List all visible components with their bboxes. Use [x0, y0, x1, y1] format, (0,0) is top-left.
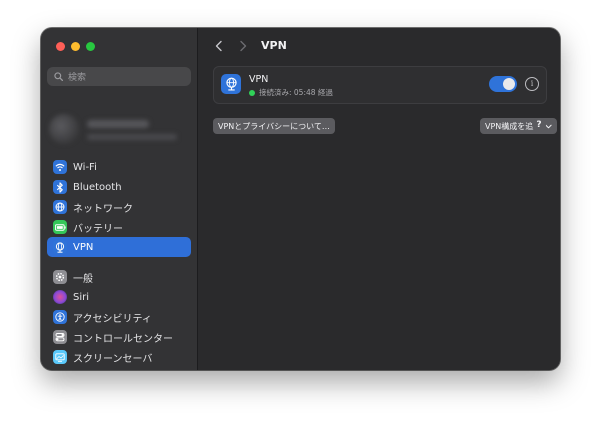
sidebar-item-screensaver[interactable]: スクリーンセーバ	[47, 347, 191, 367]
minimize-window-button[interactable]	[71, 42, 80, 51]
window-controls	[56, 42, 95, 51]
sidebar-item-label: 一般	[73, 273, 93, 285]
sidebar-item-label: VPN	[73, 241, 94, 253]
vpn-connection-card: VPN 接続済み: 05:48 経過 i	[213, 66, 547, 104]
sidebar-item-label: ネットワーク	[73, 203, 133, 215]
sidebar-item-wifi[interactable]: Wi-Fi	[47, 157, 191, 177]
vpn-status-text: 接続済み: 05:48 経過	[259, 88, 333, 97]
search-placeholder: 検索	[68, 73, 87, 83]
sidebar-item-label: アクセシビリティ	[73, 313, 152, 325]
account-name-blurred	[87, 120, 149, 128]
avatar	[49, 114, 79, 144]
toggle-knob	[503, 78, 515, 90]
globe-icon	[53, 200, 67, 214]
forward-chevron-icon[interactable]	[236, 39, 250, 53]
sidebar-item-siri[interactable]: Siri	[47, 287, 191, 307]
sidebar: 検索 Wi-Fi Bluetooth ネットワーク バッテリー VPN 一般 S…	[41, 28, 198, 370]
page-title: VPN	[261, 39, 287, 52]
sidebar-item-label: スクリーンセーバ	[73, 353, 153, 365]
sidebar-item-battery[interactable]: バッテリー	[47, 217, 191, 237]
sidebar-item-label: Wi-Fi	[73, 161, 97, 173]
siri-icon	[53, 290, 67, 304]
info-icon[interactable]: i	[525, 77, 539, 91]
vpn-privacy-button-label: VPNとプライバシーについて…	[218, 121, 330, 131]
help-label: ?	[536, 120, 542, 130]
sidebar-item-label: コントロールセンター	[73, 333, 173, 345]
sidebar-item-network[interactable]: ネットワーク	[47, 197, 191, 217]
back-chevron-icon[interactable]	[212, 39, 226, 53]
screensaver-icon	[53, 350, 67, 364]
help-button[interactable]: ?	[532, 118, 546, 132]
sidebar-item-label: バッテリー	[73, 223, 123, 235]
sidebar-item-label: Bluetooth	[73, 181, 122, 193]
connected-status-dot	[249, 89, 255, 96]
sidebar-item-control-center[interactable]: コントロールセンター	[47, 327, 191, 347]
sidebar-item-general[interactable]: 一般	[47, 267, 191, 287]
vpn-name: VPN	[249, 74, 269, 85]
gear-icon	[53, 270, 67, 284]
vpn-globe-icon	[221, 74, 241, 94]
sidebar-item-bluetooth[interactable]: Bluetooth	[47, 177, 191, 197]
vpn-status: 接続済み: 05:48 経過	[249, 87, 333, 98]
vpn-globe-icon	[53, 240, 67, 254]
vpn-privacy-button[interactable]: VPNとプライバシーについて…	[213, 118, 335, 134]
control-center-icon	[53, 330, 67, 344]
bluetooth-icon	[53, 180, 67, 194]
toolbar: VPN	[198, 28, 560, 64]
close-window-button[interactable]	[56, 42, 65, 51]
sidebar-item-label: Siri	[73, 291, 90, 303]
zoom-window-button[interactable]	[86, 42, 95, 51]
account-subtitle-blurred	[87, 134, 177, 140]
wifi-icon	[53, 160, 67, 174]
sidebar-item-vpn[interactable]: VPN	[47, 237, 191, 257]
search-input[interactable]: 検索	[47, 67, 191, 86]
settings-window: 検索 Wi-Fi Bluetooth ネットワーク バッテリー VPN 一般 S…	[41, 28, 560, 370]
battery-icon	[53, 220, 67, 234]
vpn-toggle[interactable]	[489, 76, 517, 92]
accessibility-icon	[53, 310, 67, 324]
search-icon	[54, 72, 63, 81]
sidebar-item-accessibility[interactable]: アクセシビリティ	[47, 307, 191, 327]
main-pane: VPN VPN 接続済み: 05:48 経過 i VPNとプライバシーについて……	[198, 28, 560, 370]
chevron-down-icon	[545, 124, 552, 128]
